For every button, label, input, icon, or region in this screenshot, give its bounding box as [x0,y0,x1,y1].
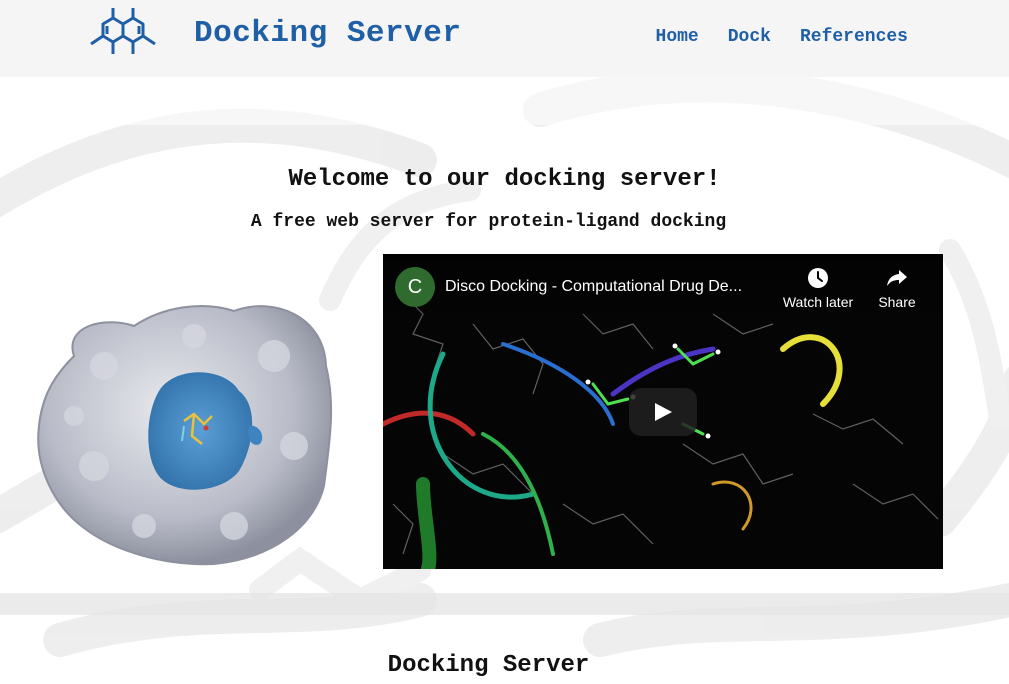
section-divider [0,593,1009,615]
molecule-logo-icon[interactable] [83,4,157,62]
channel-avatar[interactable]: C [395,267,435,307]
site-header: Docking Server Home Dock References [0,0,1009,77]
share-icon [887,270,907,286]
welcome-heading: Welcome to our docking server! [288,166,721,193]
clock-icon [808,268,828,288]
watch-later-label: Watch later [782,294,854,310]
hero-subtitle: A free web server for protein-ligand doc… [250,212,727,232]
play-button[interactable] [629,388,697,436]
top-band [0,77,1009,125]
youtube-video-embed[interactable]: C Disco Docking - Computational Drug De.… [383,254,943,569]
video-title-link[interactable]: Disco Docking - Computational Drug De... [445,278,775,296]
main-nav: Home Dock References [656,27,908,47]
play-icon [655,403,672,421]
share-button[interactable]: Share [857,266,937,310]
share-label: Share [878,294,916,310]
nav-references-link[interactable]: References [800,27,908,47]
nav-home-link[interactable]: Home [656,27,699,47]
protein-surface-image [37,305,333,566]
nav-dock-link[interactable]: Dock [728,27,771,47]
section-title: Docking Server [387,652,590,679]
site-brand-link[interactable]: Docking Server [194,16,461,51]
watch-later-button[interactable]: Watch later [778,266,858,310]
